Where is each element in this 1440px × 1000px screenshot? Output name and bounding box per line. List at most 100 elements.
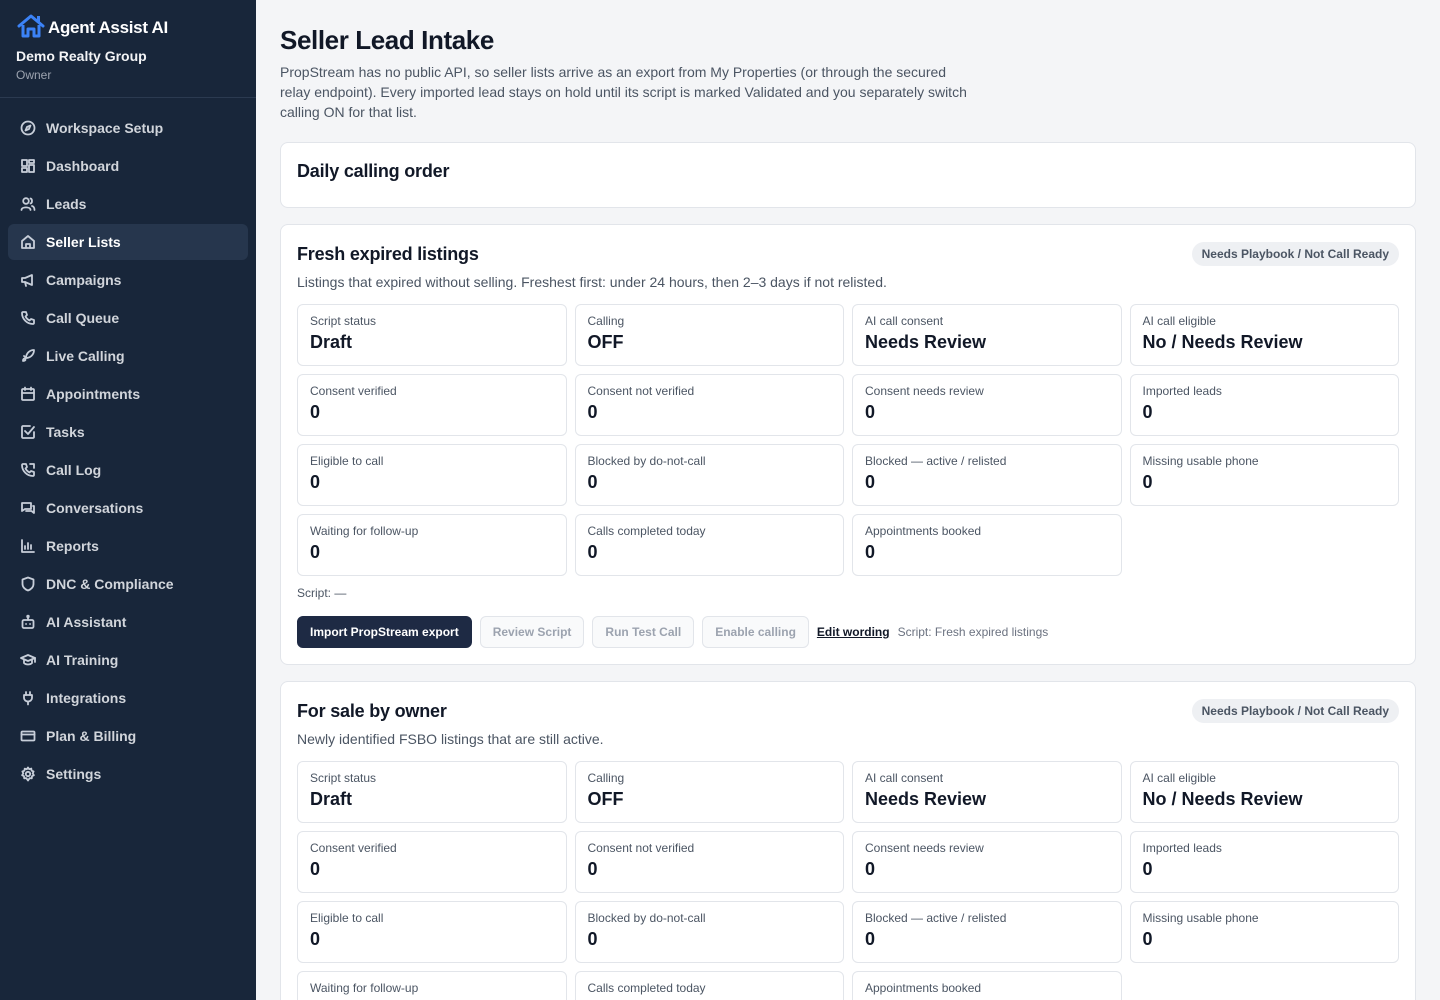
- sidebar-item-ai-assistant[interactable]: AI Assistant: [8, 604, 248, 640]
- house-logo-icon: [16, 13, 48, 44]
- sidebar-item-label: Settings: [46, 766, 102, 782]
- stat-blocked-active-relisted: Blocked — active / relisted 0: [852, 901, 1122, 963]
- stat-eligible-to-call: Eligible to call 0: [297, 444, 567, 506]
- stat-value: 0: [865, 472, 876, 492]
- stat-waiting-follow-up: Waiting for follow-up 0: [297, 514, 567, 576]
- stat-blocked-active-relisted: Blocked — active / relisted 0: [852, 444, 1122, 506]
- stat-value: 0: [310, 542, 321, 562]
- sidebar-item-leads[interactable]: Leads: [8, 186, 248, 222]
- sidebar-item-integrations[interactable]: Integrations: [8, 680, 248, 716]
- run-test-call-button[interactable]: Run Test Call: [592, 616, 695, 648]
- stat-blocked-dnc: Blocked by do-not-call 0: [574, 444, 844, 506]
- users-icon: [20, 196, 36, 212]
- stat-label: AI call consent: [865, 771, 944, 785]
- stat-appointments-booked: Appointments booked 0: [852, 514, 1122, 576]
- stat-consent-not-verified: Consent not verified 0: [574, 831, 844, 893]
- checkbox-icon: [20, 424, 36, 440]
- edit-wording-link[interactable]: Edit wording: [817, 625, 890, 639]
- sidebar-item-call-log[interactable]: Call Log: [8, 452, 248, 488]
- stat-label: Script status: [310, 771, 377, 785]
- stat-script-status: Script status Draft: [297, 761, 567, 823]
- stat-calls-completed-today: Calls completed today0: [574, 971, 844, 1000]
- review-script-button[interactable]: Review Script: [479, 616, 585, 648]
- stat-label: Blocked by do-not-call: [587, 911, 706, 925]
- stat-consent-needs-review: Consent needs review 0: [852, 831, 1122, 893]
- sidebar-item-campaigns[interactable]: Campaigns: [8, 262, 248, 298]
- stat-calling: Calling OFF: [574, 761, 844, 823]
- card-description: Newly identified FSBO listings that are …: [297, 731, 604, 747]
- phone-icon: [20, 310, 36, 326]
- import-propstream-button[interactable]: Import PropStream export: [297, 616, 472, 648]
- stat-value: Draft: [310, 332, 353, 352]
- sidebar-item-label: AI Assistant: [46, 614, 127, 630]
- sidebar-item-call-queue[interactable]: Call Queue: [8, 300, 248, 336]
- sidebar-nav: Workspace Setup Dashboard Leads Seller L…: [0, 98, 256, 792]
- stat-label: Appointments booked: [865, 524, 982, 538]
- sidebar-item-seller-lists[interactable]: Seller Lists: [8, 224, 248, 260]
- graduation-cap-icon: [20, 652, 36, 668]
- sidebar-item-label: Tasks: [46, 424, 85, 440]
- stat-value: 0: [1142, 472, 1153, 492]
- sidebar-item-label: Plan & Billing: [46, 728, 137, 744]
- phone-log-icon: [20, 462, 36, 478]
- stat-ai-call-eligible: AI call eligible No / Needs Review: [1129, 761, 1399, 823]
- stat-script-status: Script status Draft: [297, 304, 567, 366]
- stat-value: 0: [310, 859, 321, 879]
- sidebar-item-plan-billing[interactable]: Plan & Billing: [8, 718, 248, 754]
- seller-list-card-fsbo: For sale by owner Needs Playbook / Not C…: [280, 681, 1416, 1000]
- stat-value: 0: [865, 929, 876, 949]
- stat-value: 0: [310, 472, 321, 492]
- calendar-icon: [20, 386, 36, 402]
- sidebar-item-tasks[interactable]: Tasks: [8, 414, 248, 450]
- stat-value: Draft: [310, 789, 353, 809]
- stat-imported-leads: Imported leads 0: [1129, 831, 1399, 893]
- logo[interactable]: Agent Assist AI: [16, 14, 240, 42]
- sidebar-item-dashboard[interactable]: Dashboard: [8, 148, 248, 184]
- plug-icon: [20, 690, 36, 706]
- stat-value: 0: [587, 929, 598, 949]
- sidebar-item-conversations[interactable]: Conversations: [8, 490, 248, 526]
- stat-blocked-dnc: Blocked by do-not-call 0: [574, 901, 844, 963]
- sidebar-item-settings[interactable]: Settings: [8, 756, 248, 792]
- stat-label: Calling: [587, 771, 625, 785]
- page-title: Seller Lead Intake: [280, 25, 494, 55]
- stat-label: Consent not verified: [587, 384, 695, 398]
- stat-label: Script status: [310, 314, 377, 328]
- stats-grid: Script status Draft Calling OFF AI call co…: [297, 761, 1399, 1000]
- sidebar-item-label: Seller Lists: [46, 234, 121, 250]
- stat-label: Consent verified: [310, 384, 397, 398]
- sidebar-item-workspace-setup[interactable]: Workspace Setup: [8, 110, 248, 146]
- stat-value: 0: [1142, 402, 1153, 422]
- sidebar-item-ai-training[interactable]: AI Training: [8, 642, 248, 678]
- stat-label: Appointments booked: [865, 981, 982, 995]
- enable-calling-button[interactable]: Enable calling: [702, 616, 809, 648]
- daily-calling-order-card: Daily calling order: [280, 142, 1416, 208]
- sidebar-item-label: Call Log: [46, 462, 102, 478]
- stat-value: 0: [587, 402, 598, 422]
- stat-missing-phone: Missing usable phone 0: [1129, 901, 1399, 963]
- seller-list-card-fresh-expired: Fresh expired listings Needs Playbook / …: [280, 224, 1416, 665]
- sidebar-item-label: Integrations: [46, 690, 127, 706]
- stat-value: 0: [865, 859, 876, 879]
- sidebar-item-reports[interactable]: Reports: [8, 528, 248, 564]
- stats-grid: Script status Draft Calling OFF AI call co…: [297, 304, 1399, 576]
- bar-chart-icon: [20, 538, 36, 554]
- sidebar-item-label: Dashboard: [46, 158, 120, 174]
- sidebar-item-appointments[interactable]: Appointments: [8, 376, 248, 412]
- stat-value: 0: [865, 402, 876, 422]
- card-actions: Import PropStream export Review Script R…: [297, 616, 1399, 648]
- card-title: Fresh expired listings: [297, 243, 479, 264]
- stat-label: Blocked — active / relisted: [865, 911, 1007, 925]
- stat-value: Needs Review: [865, 332, 987, 352]
- stat-label: Consent verified: [310, 841, 397, 855]
- sidebar-item-live-calling[interactable]: Live Calling: [8, 338, 248, 374]
- stat-value: OFF: [587, 332, 624, 352]
- main-content: Seller Lead Intake PropStream has no pub…: [256, 0, 1440, 1000]
- sidebar-item-dnc-compliance[interactable]: DNC & Compliance: [8, 566, 248, 602]
- stat-label: AI call eligible: [1142, 314, 1216, 328]
- sidebar-item-label: DNC & Compliance: [46, 576, 174, 592]
- stat-value: 0: [587, 542, 598, 562]
- stat-label: Eligible to call: [310, 454, 384, 468]
- stat-value: 0: [310, 929, 321, 949]
- sidebar-item-label: Conversations: [46, 500, 144, 516]
